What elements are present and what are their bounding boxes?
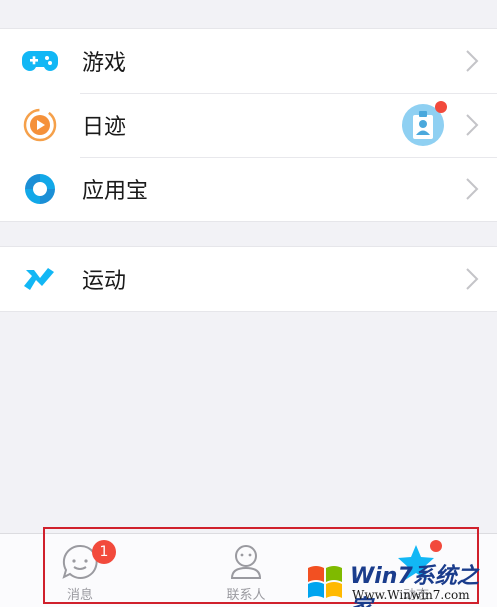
play-circle-icon xyxy=(20,105,60,145)
notification-dot xyxy=(435,101,447,113)
notification-dot xyxy=(430,540,442,552)
tab-label: 消息 xyxy=(66,588,93,603)
discover-group-1: 游戏 日迹 应用宝 xyxy=(0,28,497,222)
chevron-right-icon xyxy=(465,177,479,201)
list-item-moments[interactable]: 日迹 xyxy=(0,93,497,157)
chevron-right-icon xyxy=(465,49,479,73)
chevron-right-icon xyxy=(465,113,479,137)
discover-group-2: 运动 xyxy=(0,246,497,312)
list-item-app-store[interactable]: 应用宝 xyxy=(0,157,497,221)
list-item-game[interactable]: 游戏 xyxy=(0,29,497,93)
list-item-sports[interactable]: 运动 xyxy=(0,247,497,311)
list-item-label: 日迹 xyxy=(82,115,127,140)
app-store-icon xyxy=(20,169,60,209)
tab-label: 联系人 xyxy=(226,588,266,603)
chat-bubble-icon: 1 xyxy=(60,540,116,582)
watermark: Win7系统之家 Www.Winwin7.com xyxy=(300,556,495,607)
watermark-url: Www.Winwin7.com xyxy=(352,588,470,602)
unread-count-badge: 1 xyxy=(92,540,116,564)
list-item-label: 游戏 xyxy=(82,51,127,76)
list-item-label: 运动 xyxy=(82,269,127,294)
gamepad-icon xyxy=(20,41,60,81)
windows-logo-icon xyxy=(304,560,346,606)
list-item-label: 应用宝 xyxy=(82,179,149,204)
tab-contacts[interactable]: 联系人 xyxy=(186,534,306,607)
chevron-right-icon xyxy=(465,267,479,291)
badge-avatar-icon xyxy=(401,101,447,147)
running-icon xyxy=(20,259,60,299)
contacts-icon xyxy=(226,542,266,582)
tab-messages[interactable]: 1 消息 xyxy=(20,534,140,607)
